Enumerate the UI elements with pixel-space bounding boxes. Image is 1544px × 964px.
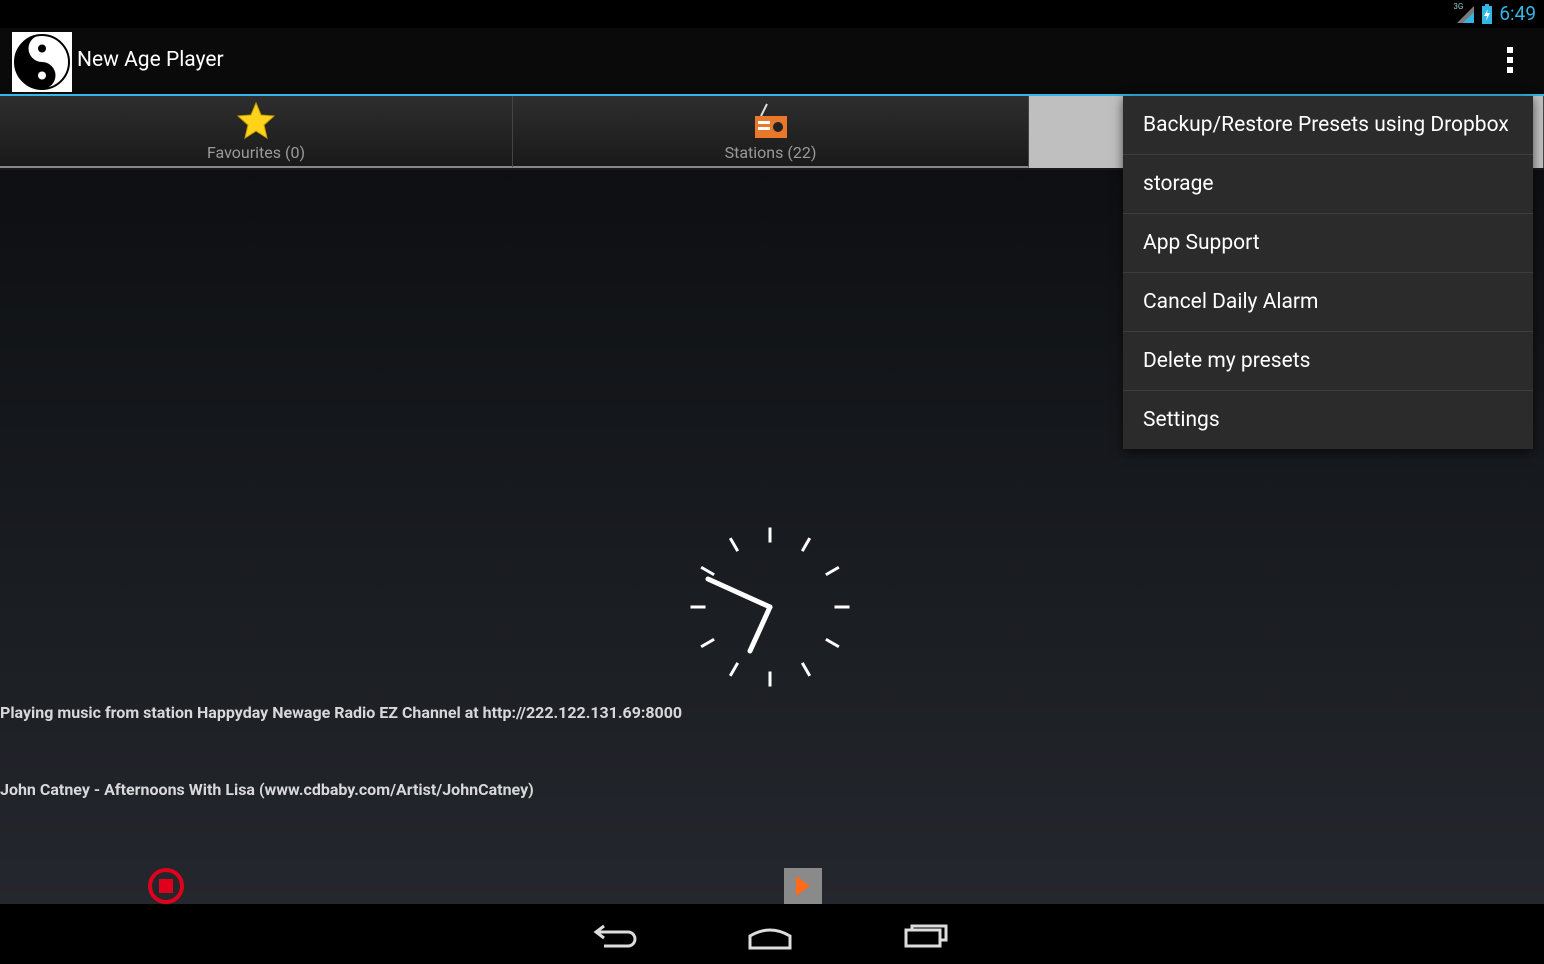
- play-button[interactable]: [784, 868, 822, 904]
- stop-button[interactable]: [147, 867, 185, 905]
- menu-item-backup-restore[interactable]: Backup/Restore Presets using Dropbox: [1123, 96, 1533, 155]
- clock-tick: [800, 537, 812, 552]
- track-info-text: John Catney - Afternoons With Lisa (www.…: [0, 780, 534, 799]
- menu-item-settings[interactable]: Settings: [1123, 391, 1533, 449]
- clock-tick: [700, 637, 715, 649]
- star-icon: [236, 101, 276, 144]
- clock-hour-hand: [747, 604, 773, 654]
- navigation-bar: [0, 904, 1544, 964]
- clock-tick: [825, 637, 840, 649]
- recent-apps-button[interactable]: [898, 916, 954, 952]
- tab-favourites-label: Favourites (0): [206, 143, 306, 162]
- radio-icon: [753, 102, 789, 144]
- tab-stations[interactable]: Stations (22): [513, 96, 1029, 168]
- back-button[interactable]: [588, 916, 644, 952]
- app-title: New Age Player: [77, 48, 224, 72]
- status-icons: 3G 6:49: [1453, 1, 1536, 26]
- clock-tick: [728, 662, 740, 677]
- action-bar: New Age Player: [0, 28, 1544, 96]
- status-bar: 3G 6:49: [0, 0, 1544, 28]
- overflow-menu: Backup/Restore Presets using Dropbox sto…: [1123, 96, 1533, 449]
- dot: [1507, 67, 1513, 73]
- clock-tick: [728, 537, 740, 552]
- now-playing-text: Playing music from station Happyday Newa…: [0, 703, 683, 722]
- tab-stations-label: Stations (22): [724, 143, 817, 162]
- clock-tick: [700, 565, 715, 577]
- signal-icon: 3G: [1453, 1, 1475, 24]
- dot: [1507, 47, 1513, 53]
- yin-yang-icon[interactable]: [12, 32, 72, 92]
- clock-tick: [800, 662, 812, 677]
- network-type-label: 3G: [1453, 1, 1464, 11]
- analog-clock: [690, 527, 850, 687]
- overflow-menu-button[interactable]: [1500, 44, 1520, 78]
- menu-item-delete-presets[interactable]: Delete my presets: [1123, 332, 1533, 391]
- menu-item-app-support[interactable]: App Support: [1123, 214, 1533, 273]
- status-time: 6:49: [1499, 2, 1536, 25]
- menu-item-storage[interactable]: storage: [1123, 155, 1533, 214]
- dot: [1507, 57, 1513, 63]
- battery-icon: [1481, 3, 1493, 24]
- tab-favourites[interactable]: Favourites (0): [0, 96, 513, 168]
- clock-tick: [825, 565, 840, 577]
- menu-item-cancel-alarm[interactable]: Cancel Daily Alarm: [1123, 273, 1533, 332]
- home-button[interactable]: [742, 916, 798, 952]
- clock-minute-hand: [705, 576, 773, 610]
